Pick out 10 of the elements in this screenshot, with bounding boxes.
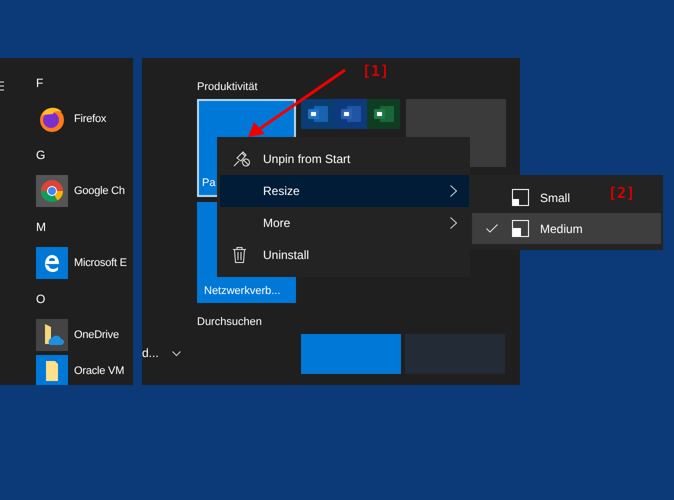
app-name: Google Ch — [74, 185, 125, 197]
app-name: Firefox — [74, 113, 106, 125]
app-name: OneDrive — [74, 329, 119, 341]
annotation-label: [2] — [608, 184, 636, 202]
annotation-label: [1] — [362, 62, 390, 80]
truncated-label: d... — [142, 346, 159, 360]
group-title: Produktivität — [197, 80, 259, 95]
app-name: Oracle VM — [74, 365, 124, 377]
group-title: Durchsuchen — [197, 315, 263, 330]
app-name: Microsoft E — [74, 257, 127, 269]
